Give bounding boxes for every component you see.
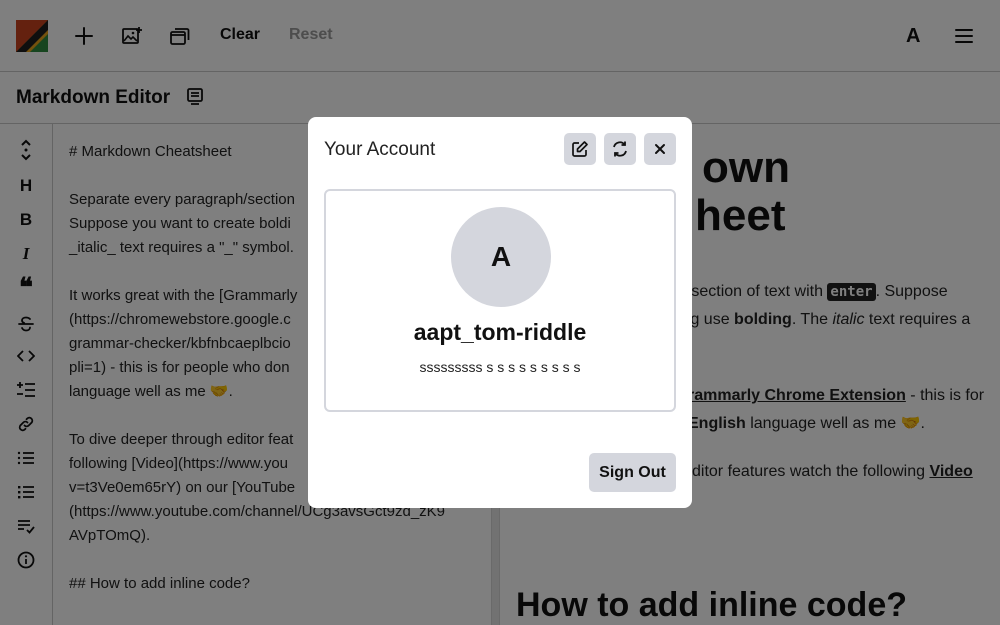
avatar: A (451, 207, 551, 307)
edit-profile-button[interactable] (564, 133, 596, 165)
username: aapt_tom-riddle (413, 319, 587, 345)
sync-button[interactable] (604, 133, 636, 165)
edit-icon (572, 141, 588, 157)
profile-card: A aapt_tom-riddle sssssssss s s s s s s … (324, 189, 676, 412)
sync-icon (613, 141, 627, 157)
close-dialog-button[interactable] (644, 133, 676, 165)
dialog-title: Your Account (324, 139, 436, 160)
user-bio: sssssssss s s s s s s s s s (419, 359, 581, 375)
account-dialog: Your Account A aapt_tom-riddle sssssssss… (308, 117, 692, 508)
close-icon (655, 144, 665, 154)
sign-out-button[interactable]: Sign Out (589, 453, 676, 492)
